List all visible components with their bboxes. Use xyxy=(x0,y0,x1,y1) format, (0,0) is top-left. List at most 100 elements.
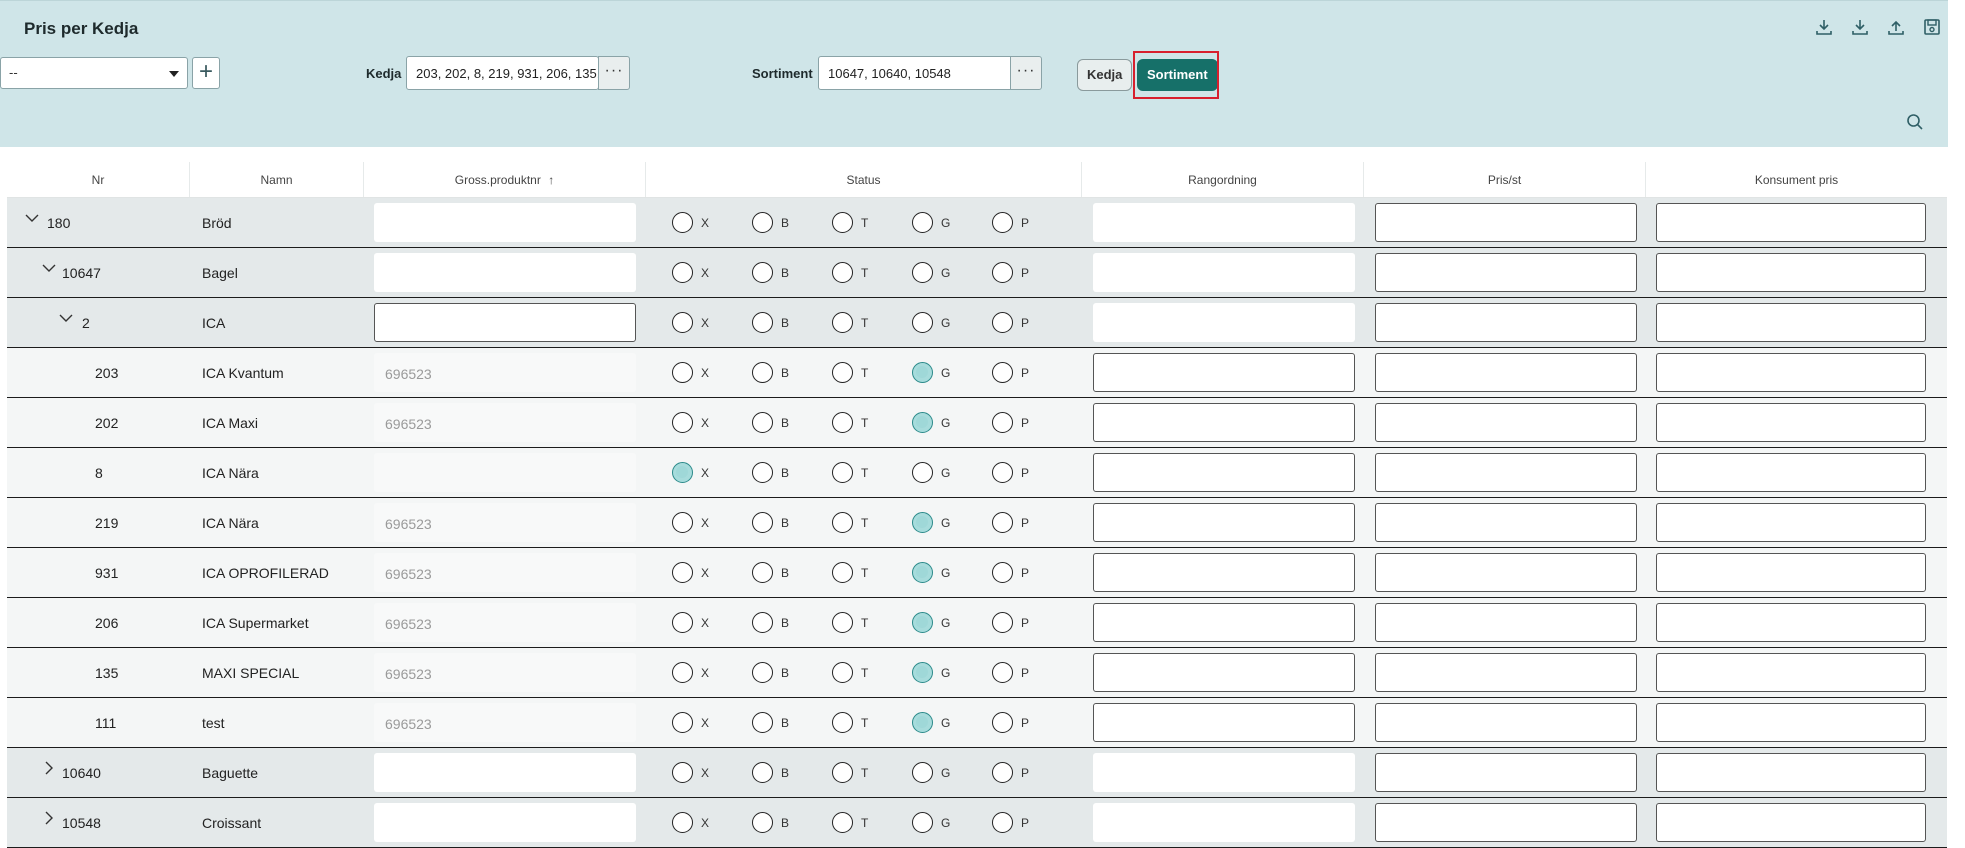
save-icon[interactable] xyxy=(1920,15,1944,39)
radio-circle[interactable] xyxy=(672,612,693,633)
radio-circle[interactable] xyxy=(672,662,693,683)
radio-circle[interactable] xyxy=(992,212,1013,233)
status-radio-b[interactable]: B xyxy=(752,662,832,683)
status-radio-p[interactable]: P xyxy=(992,612,1072,633)
status-radio-b[interactable]: B xyxy=(752,812,832,833)
radio-circle[interactable] xyxy=(752,312,773,333)
radio-circle[interactable] xyxy=(672,812,693,833)
status-radio-b[interactable]: B xyxy=(752,362,832,383)
radio-circle[interactable] xyxy=(992,762,1013,783)
rangordning-input[interactable] xyxy=(1093,453,1355,492)
radio-circle[interactable] xyxy=(912,462,933,483)
gross-produktnr-input[interactable]: 696523 xyxy=(374,653,636,692)
status-radio-g[interactable]: G xyxy=(912,412,992,433)
add-preset-button[interactable]: + xyxy=(192,57,220,89)
gross-produktnr-input[interactable] xyxy=(374,303,636,342)
radio-circle[interactable] xyxy=(912,712,933,733)
radio-circle[interactable] xyxy=(832,362,853,383)
radio-circle[interactable] xyxy=(912,512,933,533)
pris-input[interactable] xyxy=(1375,503,1637,542)
pris-input[interactable] xyxy=(1375,553,1637,592)
kedja-field[interactable]: 203, 202, 8, 219, 931, 206, 135, 111 xyxy=(406,56,599,90)
gross-produktnr-input[interactable] xyxy=(374,803,636,842)
pris-input[interactable] xyxy=(1375,253,1637,292)
radio-circle[interactable] xyxy=(992,262,1013,283)
pris-input[interactable] xyxy=(1375,403,1637,442)
status-radio-t[interactable]: T xyxy=(832,812,912,833)
status-radio-t[interactable]: T xyxy=(832,212,912,233)
gross-produktnr-input[interactable]: 696523 xyxy=(374,503,636,542)
radio-circle[interactable] xyxy=(672,562,693,583)
radio-circle[interactable] xyxy=(832,712,853,733)
radio-circle[interactable] xyxy=(672,512,693,533)
radio-circle[interactable] xyxy=(752,662,773,683)
status-radio-g[interactable]: G xyxy=(912,812,992,833)
status-radio-t[interactable]: T xyxy=(832,312,912,333)
chevron-right-icon[interactable] xyxy=(42,761,56,775)
search-icon[interactable] xyxy=(1906,113,1924,136)
radio-circle[interactable] xyxy=(992,462,1013,483)
radio-circle[interactable] xyxy=(672,262,693,283)
status-radio-b[interactable]: B xyxy=(752,412,832,433)
status-radio-g[interactable]: G xyxy=(912,562,992,583)
rangordning-input[interactable] xyxy=(1093,203,1355,242)
radio-circle[interactable] xyxy=(832,662,853,683)
radio-circle[interactable] xyxy=(752,412,773,433)
rangordning-input[interactable] xyxy=(1093,703,1355,742)
status-radio-g[interactable]: G xyxy=(912,712,992,733)
rangordning-input[interactable] xyxy=(1093,403,1355,442)
status-radio-t[interactable]: T xyxy=(832,762,912,783)
rangordning-input[interactable] xyxy=(1093,503,1355,542)
chevron-down-icon[interactable] xyxy=(42,261,56,275)
upload-icon[interactable] xyxy=(1884,15,1908,39)
konsument-pris-input[interactable] xyxy=(1656,653,1926,692)
konsument-pris-input[interactable] xyxy=(1656,253,1926,292)
status-radio-x[interactable]: X xyxy=(672,312,752,333)
rangordning-input[interactable] xyxy=(1093,753,1355,792)
rangordning-input[interactable] xyxy=(1093,603,1355,642)
chevron-down-icon[interactable] xyxy=(59,311,73,325)
rangordning-input[interactable] xyxy=(1093,303,1355,342)
status-radio-p[interactable]: P xyxy=(992,212,1072,233)
status-radio-x[interactable]: X xyxy=(672,712,752,733)
radio-circle[interactable] xyxy=(992,512,1013,533)
status-radio-b[interactable]: B xyxy=(752,712,832,733)
radio-circle[interactable] xyxy=(992,412,1013,433)
gross-produktnr-input[interactable]: 696523 xyxy=(374,403,636,442)
status-radio-x[interactable]: X xyxy=(672,412,752,433)
status-radio-p[interactable]: P xyxy=(992,462,1072,483)
radio-circle[interactable] xyxy=(752,362,773,383)
radio-circle[interactable] xyxy=(912,662,933,683)
konsument-pris-input[interactable] xyxy=(1656,553,1926,592)
status-radio-t[interactable]: T xyxy=(832,712,912,733)
gross-produktnr-input[interactable]: 696523 xyxy=(374,553,636,592)
radio-circle[interactable] xyxy=(832,812,853,833)
status-radio-x[interactable]: X xyxy=(672,512,752,533)
status-radio-x[interactable]: X xyxy=(672,662,752,683)
status-radio-g[interactable]: G xyxy=(912,362,992,383)
download-icon[interactable] xyxy=(1848,15,1872,39)
radio-circle[interactable] xyxy=(672,412,693,433)
status-radio-p[interactable]: P xyxy=(992,412,1072,433)
status-radio-t[interactable]: T xyxy=(832,412,912,433)
konsument-pris-input[interactable] xyxy=(1656,703,1926,742)
rangordning-input[interactable] xyxy=(1093,253,1355,292)
radio-circle[interactable] xyxy=(672,712,693,733)
status-radio-x[interactable]: X xyxy=(672,262,752,283)
status-radio-x[interactable]: X xyxy=(672,762,752,783)
konsument-pris-input[interactable] xyxy=(1656,603,1926,642)
status-radio-t[interactable]: T xyxy=(832,462,912,483)
status-radio-x[interactable]: X xyxy=(672,212,752,233)
radio-circle[interactable] xyxy=(992,662,1013,683)
radio-circle[interactable] xyxy=(912,612,933,633)
gross-produktnr-input[interactable] xyxy=(374,253,636,292)
radio-circle[interactable] xyxy=(672,762,693,783)
status-radio-x[interactable]: X xyxy=(672,562,752,583)
status-radio-p[interactable]: P xyxy=(992,262,1072,283)
radio-circle[interactable] xyxy=(912,262,933,283)
konsument-pris-input[interactable] xyxy=(1656,503,1926,542)
gross-produktnr-input[interactable]: 696523 xyxy=(374,703,636,742)
status-radio-g[interactable]: G xyxy=(912,212,992,233)
pris-input[interactable] xyxy=(1375,803,1637,842)
status-radio-g[interactable]: G xyxy=(912,262,992,283)
